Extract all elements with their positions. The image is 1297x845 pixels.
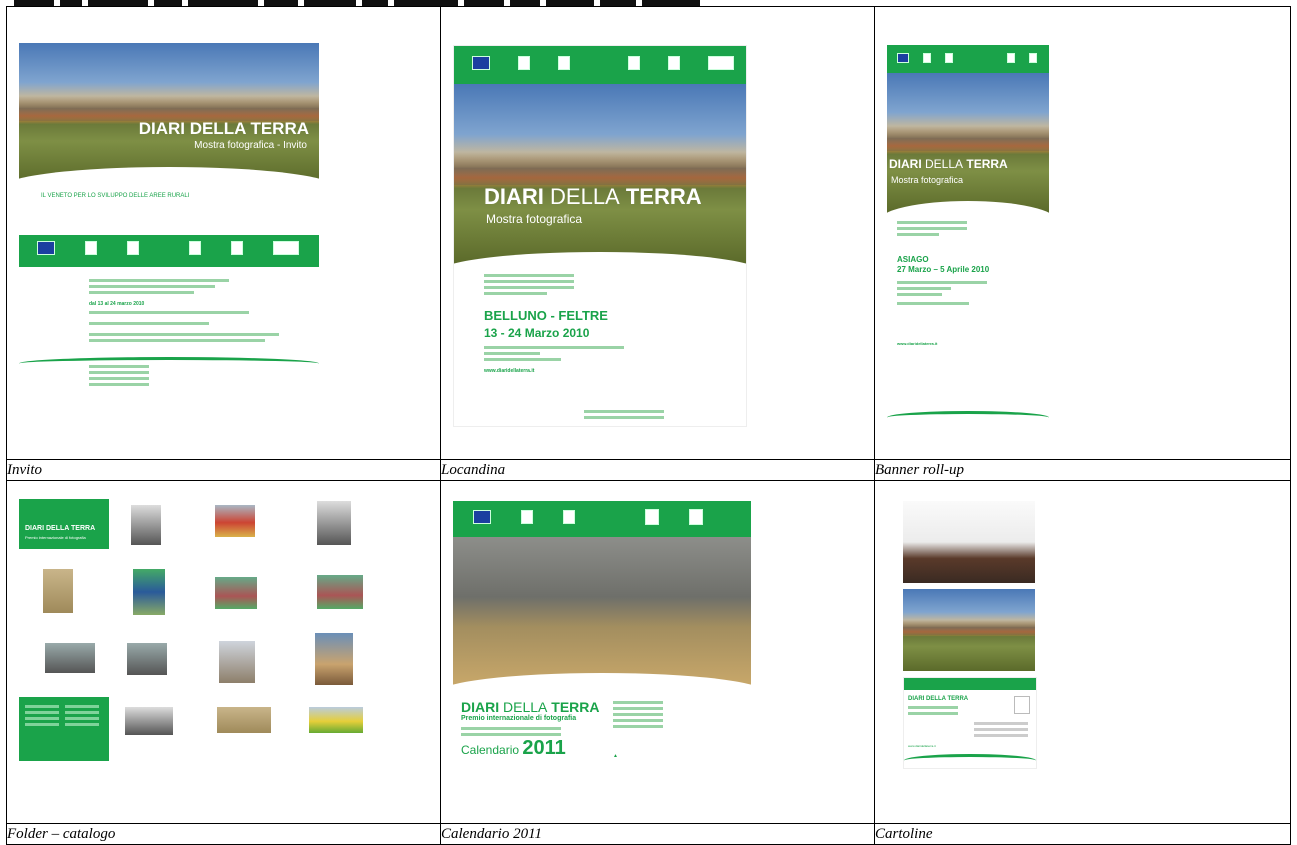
- program-logo-icon: [1007, 53, 1015, 63]
- invito-footer: IL VENETO PER LO SVILUPPO DELLE AREE RUR…: [41, 193, 190, 199]
- folder-cell: DIARI DELLA TERRA Premio internazionale …: [6, 480, 441, 824]
- invito-title: DIARI DELLA TERRA: [138, 119, 309, 138]
- folder-photo: [131, 505, 161, 545]
- locandina-subtitle: Mostra fotografica: [486, 212, 583, 226]
- banner-title: DIARI DELLA TERRA: [889, 157, 1008, 171]
- leader-logo-icon: [273, 241, 299, 255]
- cartoline-photo-2: [903, 589, 1035, 671]
- calendario-title: DIARI DELLA TERRA: [461, 699, 600, 715]
- calendario-footer: ▲: [613, 753, 618, 759]
- agency-logo-icon: [1029, 53, 1037, 63]
- region-emblem-icon: [558, 56, 570, 70]
- locandina-dates: 13 - 24 Marzo 2010: [484, 326, 590, 340]
- cartoline-photo-1: [903, 501, 1035, 583]
- agency-logo-icon: [689, 509, 703, 525]
- republic-emblem-icon: [923, 53, 931, 63]
- agency-logo-icon: [668, 56, 680, 70]
- invito-back: dal 13 al 24 marzo 2010: [19, 235, 319, 405]
- folder-title: DIARI DELLA TERRA: [25, 525, 96, 532]
- folder-cover: DIARI DELLA TERRA Premio internazionale …: [19, 499, 109, 559]
- locandina-cell: DIARI DELLA TERRA Mostra fotografica BEL…: [440, 6, 875, 460]
- banner-place: ASIAGO: [897, 255, 929, 264]
- folder-photo: [133, 569, 165, 615]
- eu-flag-icon: [473, 510, 491, 524]
- eu-flag-icon: [37, 241, 55, 255]
- region-emblem-icon: [127, 241, 139, 255]
- folder-photo: [45, 643, 95, 673]
- eu-flag-icon: [472, 56, 490, 70]
- folder-photo: [215, 577, 257, 609]
- calendario-label: Calendario 2011: [461, 737, 566, 759]
- folder-photo: [125, 707, 173, 735]
- region-emblem-icon: [945, 53, 953, 63]
- invito-date: dal 13 al 24 marzo 2010: [89, 301, 145, 307]
- banner-cell: DIARI DELLA TERRA Mostra fotografica ASI…: [874, 6, 1291, 460]
- caption-locandina: Locandina: [440, 459, 875, 481]
- caption-calendario: Calendario 2011: [440, 823, 875, 845]
- cartoline-back: DIARI DELLA TERRA www.diaridellaterra.it: [903, 677, 1037, 769]
- banner-poster: DIARI DELLA TERRA Mostra fotografica ASI…: [887, 45, 1049, 445]
- folder-photo: [217, 707, 271, 733]
- locandina-url: www.diaridellaterra.it: [484, 368, 535, 374]
- caption-cartoline: Cartoline: [874, 823, 1291, 845]
- program-logo-icon: [645, 509, 659, 525]
- banner-url: www.diaridellaterra.it: [897, 341, 938, 346]
- folder-photo: [315, 633, 353, 685]
- region-emblem-icon: [563, 510, 575, 524]
- invito-cell: DIARI DELLA TERRA Mostra fotografica - I…: [6, 6, 441, 460]
- folder-photo: [309, 707, 363, 733]
- cartoline-cell: DIARI DELLA TERRA www.diaridellaterra.it: [874, 480, 1291, 824]
- eu-flag-icon: [897, 53, 909, 63]
- republic-emblem-icon: [85, 241, 97, 255]
- locandina-poster: DIARI DELLA TERRA Mostra fotografica BEL…: [453, 45, 747, 427]
- materials-table: DIARI DELLA TERRA Mostra fotografica - I…: [6, 6, 1291, 845]
- cartoline-url: www.diaridellaterra.it: [908, 744, 936, 748]
- invito-subtitle: Mostra fotografica - Invito: [194, 140, 307, 151]
- calendario-photo: [453, 537, 751, 687]
- caption-invito: Invito: [6, 459, 441, 481]
- republic-emblem-icon: [518, 56, 530, 70]
- locandina-place: BELLUNO - FELTRE: [484, 308, 608, 323]
- locandina-title: DIARI DELLA TERRA: [484, 184, 702, 209]
- caption-banner: Banner roll-up: [874, 459, 1291, 481]
- folder-photo: [317, 501, 351, 545]
- folder-photo: [43, 569, 73, 613]
- folder-back: [19, 697, 109, 761]
- republic-emblem-icon: [521, 510, 533, 524]
- folder-subtitle: Premio internazionale di fotografia: [25, 535, 86, 540]
- agency-logo-icon: [231, 241, 243, 255]
- calendario-cover: DIARI DELLA TERRA Premio internazionale …: [453, 501, 751, 801]
- folder-photo: [219, 641, 255, 683]
- banner-subtitle: Mostra fotografica: [891, 175, 964, 185]
- invito-front: DIARI DELLA TERRA Mostra fotografica - I…: [19, 43, 319, 215]
- folder-photo: [317, 575, 363, 609]
- program-logo-icon: [628, 56, 640, 70]
- folder-photo: [215, 505, 255, 537]
- calendario-subtitle: Premio internazionale di fotografia: [461, 715, 577, 722]
- folder-photo: [127, 643, 167, 675]
- banner-dates: 27 Marzo – 5 Aprile 2010: [897, 265, 990, 274]
- program-logo-icon: [189, 241, 201, 255]
- caption-folder: Folder – catalogo: [6, 823, 441, 845]
- cartoline-title: DIARI DELLA TERRA: [908, 696, 969, 702]
- calendario-cell: DIARI DELLA TERRA Premio internazionale …: [440, 480, 875, 824]
- leader-logo-icon: [708, 56, 734, 70]
